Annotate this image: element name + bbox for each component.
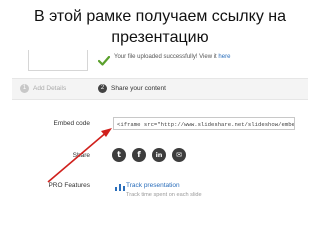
embed-code-label: Embed code — [53, 120, 91, 127]
linkedin-icon[interactable]: in — [152, 148, 166, 162]
view-here-link[interactable]: here — [218, 54, 230, 60]
checkmark-icon — [98, 56, 110, 66]
step-2-number: 2 — [98, 84, 107, 93]
embed-code-field[interactable]: <iframe src="http://www.slideshare.net/s… — [113, 117, 295, 130]
slideshare-upload-screen: Your file uploaded successfully! View it… — [12, 50, 308, 238]
upload-success-message: Your file uploaded successfully! View it… — [114, 54, 230, 60]
caption-line-2: презентацию — [111, 29, 209, 46]
pro-features-label: PRO Features — [48, 182, 90, 189]
step-add-details[interactable]: Add Details — [33, 85, 66, 92]
step-1-number: 1 — [20, 84, 29, 93]
caption-line-1: В этой рамке получаем ссылку на — [34, 8, 286, 25]
twitter-icon[interactable]: t — [112, 148, 126, 162]
slide-thumbnail — [28, 50, 88, 71]
chart-icon — [115, 184, 125, 191]
upload-message-text: Your file uploaded successfully! View it — [114, 54, 217, 60]
share-label: Share — [72, 152, 90, 159]
track-presentation-description: Track time spent on each slide — [126, 192, 202, 198]
facebook-icon[interactable]: f — [132, 148, 146, 162]
step-bar: 1 Add Details 2 Share your content — [12, 78, 308, 100]
step-share-content[interactable]: Share your content — [111, 85, 166, 92]
annotation-caption: В этой рамке получаем ссылку на презента… — [0, 6, 320, 48]
email-icon[interactable]: ✉ — [172, 148, 186, 162]
track-presentation-link[interactable]: Track presentation — [126, 182, 180, 189]
